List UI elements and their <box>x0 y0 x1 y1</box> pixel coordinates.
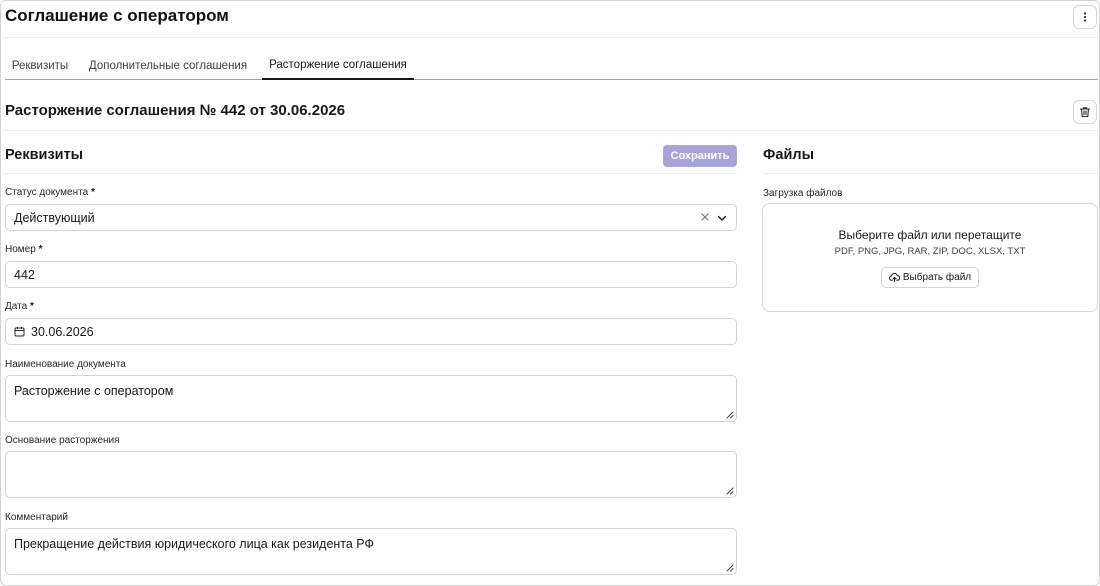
number-field[interactable]: 442 <box>5 261 737 288</box>
page-title: Соглашение с оператором <box>5 6 229 25</box>
number-value: 442 <box>14 268 35 282</box>
trash-icon <box>1079 107 1091 118</box>
files-title: Файлы <box>763 147 814 163</box>
reason-textarea[interactable] <box>5 451 737 498</box>
clear-icon[interactable] <box>700 212 710 222</box>
app-frame: Соглашение с оператором Реквизиты Дополн… <box>0 0 1100 586</box>
doc-name-label: Наименование документа <box>5 359 126 370</box>
dropzone-title: Выберите файл или перетащите <box>838 228 1022 242</box>
save-button[interactable]: Сохранить <box>663 145 737 167</box>
tab-termination[interactable]: Расторжение соглашения <box>262 51 414 80</box>
upload-label: Загрузка файлов <box>763 188 843 199</box>
tab-bar: Реквизиты Дополнительные соглашения Раст… <box>5 51 1098 80</box>
upload-cloud-icon <box>888 272 900 283</box>
date-label: Дата * <box>5 301 34 312</box>
doc-name-value: Расторжение с оператором <box>14 384 174 398</box>
choose-file-label: Выбрать файл <box>902 272 972 283</box>
number-label: Номер * <box>5 244 43 255</box>
resize-handle-icon[interactable] <box>725 410 734 419</box>
resize-handle-icon[interactable] <box>725 563 734 572</box>
requisites-divider <box>5 173 737 174</box>
more-vertical-icon <box>1083 12 1087 22</box>
chevron-down-icon[interactable] <box>717 213 727 223</box>
comment-textarea[interactable]: Прекращение действия юридического лица к… <box>5 528 737 575</box>
doc-name-textarea[interactable]: Расторжение с оператором <box>5 375 737 422</box>
reason-label: Основание расторжения <box>5 435 120 446</box>
comment-label: Комментарий <box>5 512 68 523</box>
delete-button[interactable] <box>1073 100 1097 124</box>
file-dropzone[interactable]: Выберите файл или перетащите PDF, PNG, J… <box>762 203 1098 312</box>
choose-file-button[interactable]: Выбрать файл <box>881 267 979 288</box>
tab-requisites[interactable]: Реквизиты <box>5 51 75 80</box>
date-value: 30.06.2026 <box>31 325 94 339</box>
date-field[interactable]: 30.06.2026 <box>5 318 737 345</box>
requisites-title: Реквизиты <box>5 147 84 163</box>
resize-handle-icon[interactable] <box>725 486 734 495</box>
more-menu-button[interactable] <box>1073 5 1097 29</box>
header-divider <box>5 37 1098 38</box>
status-value: Действующий <box>14 211 95 225</box>
status-select[interactable]: Действующий <box>5 204 737 231</box>
comment-value: Прекращение действия юридического лица к… <box>14 537 375 551</box>
section-divider <box>5 130 1098 131</box>
files-divider <box>763 173 1098 174</box>
section-title: Расторжение соглашения № 442 от 30.06.20… <box>5 102 346 119</box>
allowed-file-types: PDF, PNG, JPG, RAR, ZIP, DOC, XLSX, TXT <box>834 246 1026 257</box>
calendar-icon[interactable] <box>14 326 25 337</box>
status-label: Статус документа * <box>5 187 95 198</box>
tab-additional-agreements[interactable]: Дополнительные соглашения <box>85 51 251 80</box>
